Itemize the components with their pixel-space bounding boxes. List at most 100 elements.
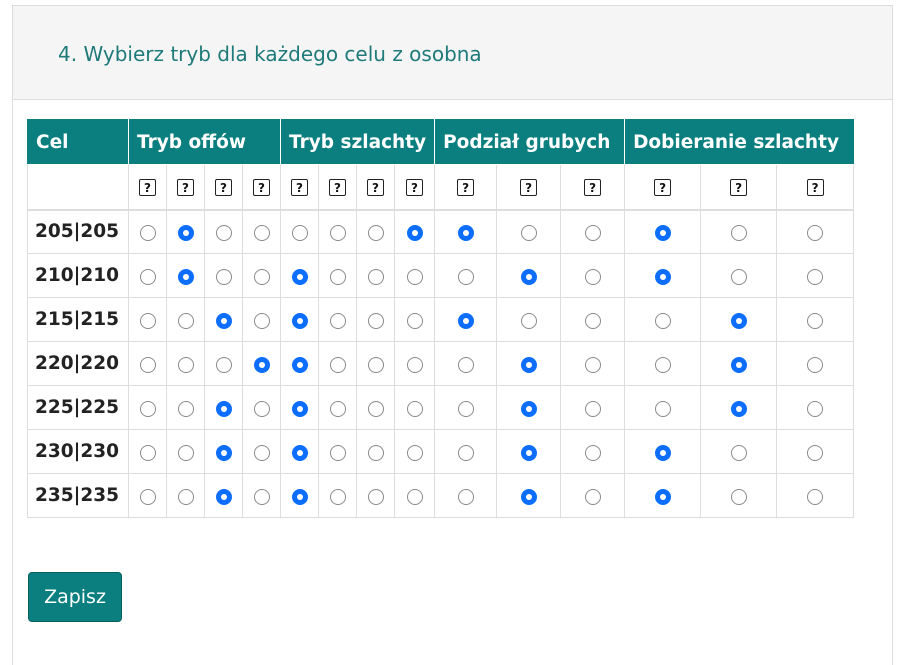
mode-radio[interactable] bbox=[730, 400, 747, 417]
mode-radio[interactable] bbox=[406, 268, 423, 285]
mode-radio[interactable] bbox=[807, 224, 824, 241]
mode-radio[interactable] bbox=[253, 488, 270, 505]
mode-radio[interactable] bbox=[457, 268, 474, 285]
mode-radio[interactable] bbox=[406, 444, 423, 461]
mode-radio[interactable] bbox=[139, 444, 156, 461]
mode-radio[interactable] bbox=[367, 400, 384, 417]
help-icon[interactable]: ? bbox=[806, 179, 824, 197]
mode-radio[interactable] bbox=[291, 356, 308, 373]
mode-radio[interactable] bbox=[253, 400, 270, 417]
mode-radio[interactable] bbox=[520, 488, 537, 505]
mode-radio[interactable] bbox=[253, 268, 270, 285]
mode-radio[interactable] bbox=[457, 400, 474, 417]
mode-radio[interactable] bbox=[329, 312, 346, 329]
mode-radio[interactable] bbox=[457, 488, 474, 505]
mode-radio[interactable] bbox=[215, 400, 232, 417]
mode-radio[interactable] bbox=[584, 268, 601, 285]
mode-radio[interactable] bbox=[520, 224, 537, 241]
mode-radio[interactable] bbox=[457, 224, 474, 241]
mode-radio[interactable] bbox=[367, 268, 384, 285]
help-icon[interactable]: ? bbox=[730, 179, 748, 197]
mode-radio[interactable] bbox=[520, 268, 537, 285]
mode-radio[interactable] bbox=[807, 356, 824, 373]
mode-radio[interactable] bbox=[329, 224, 346, 241]
mode-radio[interactable] bbox=[177, 224, 194, 241]
mode-radio[interactable] bbox=[215, 268, 232, 285]
help-icon[interactable]: ? bbox=[457, 179, 475, 197]
mode-radio[interactable] bbox=[730, 488, 747, 505]
mode-radio[interactable] bbox=[584, 312, 601, 329]
mode-radio[interactable] bbox=[215, 356, 232, 373]
mode-radio[interactable] bbox=[291, 312, 308, 329]
mode-radio[interactable] bbox=[177, 488, 194, 505]
mode-radio[interactable] bbox=[367, 224, 384, 241]
mode-radio[interactable] bbox=[584, 400, 601, 417]
mode-radio[interactable] bbox=[291, 444, 308, 461]
mode-radio[interactable] bbox=[654, 444, 671, 461]
mode-radio[interactable] bbox=[367, 488, 384, 505]
mode-radio[interactable] bbox=[139, 224, 156, 241]
mode-radio[interactable] bbox=[520, 400, 537, 417]
mode-radio[interactable] bbox=[291, 268, 308, 285]
mode-radio[interactable] bbox=[807, 444, 824, 461]
mode-radio[interactable] bbox=[253, 444, 270, 461]
mode-radio[interactable] bbox=[329, 444, 346, 461]
mode-radio[interactable] bbox=[406, 312, 423, 329]
mode-radio[interactable] bbox=[139, 488, 156, 505]
mode-radio[interactable] bbox=[139, 356, 156, 373]
mode-radio[interactable] bbox=[367, 312, 384, 329]
mode-radio[interactable] bbox=[584, 488, 601, 505]
mode-radio[interactable] bbox=[291, 488, 308, 505]
mode-radio[interactable] bbox=[730, 224, 747, 241]
mode-radio[interactable] bbox=[807, 312, 824, 329]
mode-radio[interactable] bbox=[139, 312, 156, 329]
help-icon[interactable]: ? bbox=[291, 179, 309, 197]
mode-radio[interactable] bbox=[406, 224, 423, 241]
mode-radio[interactable] bbox=[457, 356, 474, 373]
help-icon[interactable]: ? bbox=[253, 179, 270, 197]
mode-radio[interactable] bbox=[520, 356, 537, 373]
mode-radio[interactable] bbox=[139, 400, 156, 417]
help-icon[interactable]: ? bbox=[367, 179, 385, 197]
mode-radio[interactable] bbox=[807, 488, 824, 505]
help-icon[interactable]: ? bbox=[329, 179, 347, 197]
mode-radio[interactable] bbox=[367, 444, 384, 461]
help-icon[interactable]: ? bbox=[139, 179, 156, 197]
mode-radio[interactable] bbox=[367, 356, 384, 373]
mode-radio[interactable] bbox=[457, 312, 474, 329]
mode-radio[interactable] bbox=[584, 356, 601, 373]
mode-radio[interactable] bbox=[253, 356, 270, 373]
mode-radio[interactable] bbox=[329, 268, 346, 285]
mode-radio[interactable] bbox=[177, 356, 194, 373]
help-icon[interactable]: ? bbox=[215, 179, 232, 197]
help-icon[interactable]: ? bbox=[654, 179, 672, 197]
mode-radio[interactable] bbox=[177, 400, 194, 417]
mode-radio[interactable] bbox=[520, 444, 537, 461]
mode-radio[interactable] bbox=[730, 268, 747, 285]
mode-radio[interactable] bbox=[177, 444, 194, 461]
help-icon[interactable]: ? bbox=[520, 179, 538, 197]
mode-radio[interactable] bbox=[730, 312, 747, 329]
mode-radio[interactable] bbox=[654, 488, 671, 505]
save-button[interactable]: Zapisz bbox=[28, 572, 122, 622]
mode-radio[interactable] bbox=[584, 224, 601, 241]
mode-radio[interactable] bbox=[139, 268, 156, 285]
help-icon[interactable]: ? bbox=[177, 179, 194, 197]
mode-radio[interactable] bbox=[457, 444, 474, 461]
mode-radio[interactable] bbox=[730, 444, 747, 461]
mode-radio[interactable] bbox=[584, 444, 601, 461]
help-icon[interactable]: ? bbox=[406, 179, 424, 197]
mode-radio[interactable] bbox=[177, 312, 194, 329]
help-icon[interactable]: ? bbox=[584, 179, 602, 197]
mode-radio[interactable] bbox=[215, 488, 232, 505]
mode-radio[interactable] bbox=[215, 312, 232, 329]
mode-radio[interactable] bbox=[406, 400, 423, 417]
mode-radio[interactable] bbox=[291, 224, 308, 241]
mode-radio[interactable] bbox=[654, 356, 671, 373]
mode-radio[interactable] bbox=[406, 356, 423, 373]
mode-radio[interactable] bbox=[329, 488, 346, 505]
mode-radio[interactable] bbox=[520, 312, 537, 329]
mode-radio[interactable] bbox=[654, 312, 671, 329]
mode-radio[interactable] bbox=[654, 400, 671, 417]
mode-radio[interactable] bbox=[215, 224, 232, 241]
